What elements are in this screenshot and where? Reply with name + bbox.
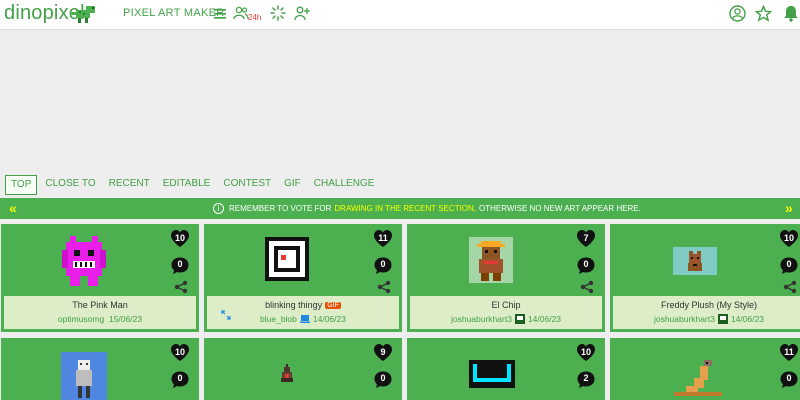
art-card[interactable]: 11 0 <box>610 338 800 400</box>
star-icon[interactable] <box>755 5 772 22</box>
banner-highlight-link[interactable]: DRAWING IN THE RECENT SECTION, <box>334 204 476 213</box>
tab-editable[interactable]: EDITABLE <box>158 175 216 195</box>
like-count: 10 <box>174 233 185 243</box>
art-card[interactable]: 7 0 El Chip joshuaburkhart3 14/06/23 <box>407 224 605 332</box>
comment-count: 0 <box>380 259 386 269</box>
comment-count: 0 <box>583 259 589 269</box>
tab-challenge[interactable]: CHALLENGE <box>309 175 380 195</box>
art-title[interactable]: El Chip <box>410 300 602 310</box>
like-count: 10 <box>580 347 591 357</box>
artwork-thumbnail[interactable] <box>668 356 724 400</box>
art-card[interactable]: 9 0 <box>204 338 402 400</box>
device-icon <box>299 315 310 323</box>
card-caption: Freddy Plush (My Style) joshuaburkhart3 1… <box>613 296 800 329</box>
tab-close-to[interactable]: CLOSE TO <box>40 175 100 195</box>
art-card[interactable]: 10 2 <box>407 338 605 400</box>
share-icon[interactable] <box>580 280 594 294</box>
menu-icon[interactable] <box>213 7 227 21</box>
artwork-thumbnail[interactable] <box>265 237 309 281</box>
comment-count: 0 <box>786 373 792 383</box>
art-meta: joshuaburkhart3 14/06/23 <box>410 314 602 324</box>
banner-text-before: REMEMBER TO VOTE FOR <box>229 204 332 213</box>
filter-tabs: TOP CLOSE TO RECENT EDITABLE CONTEST GIF… <box>5 175 382 195</box>
art-title[interactable]: blinking thingy GIF <box>207 300 399 310</box>
vote-reminder-banner: « i REMEMBER TO VOTE FOR DRAWING IN THE … <box>0 198 800 219</box>
comment-count: 0 <box>786 259 792 269</box>
like-count: 11 <box>378 233 388 243</box>
account-icon[interactable] <box>729 5 746 22</box>
like-count: 11 <box>784 347 794 357</box>
art-title[interactable]: Freddy Plush (My Style) <box>613 300 800 310</box>
art-date: 14/06/23 <box>527 314 562 324</box>
scroll-left-icon[interactable]: « <box>9 200 17 216</box>
art-title[interactable]: The Pink Man <box>4 300 196 310</box>
art-card[interactable]: 10 0 <box>1 338 199 400</box>
artwork-thumbnail[interactable] <box>280 364 294 384</box>
artwork-thumbnail[interactable] <box>469 237 513 283</box>
author-link[interactable]: joshuaburkhart3 <box>654 314 715 324</box>
comment-count: 0 <box>177 259 183 269</box>
art-card[interactable]: 11 0 blinking thingy GIF blue_blob 14/06/2… <box>204 224 402 332</box>
bell-icon[interactable] <box>783 5 799 22</box>
artwork-thumbnail[interactable] <box>469 360 515 388</box>
loading-icon <box>270 5 286 21</box>
art-card[interactable]: 10 0 Freddy Plush (My Style) joshuaburkh… <box>610 224 800 332</box>
art-date: 14/06/23 <box>312 314 346 324</box>
user-level-icon <box>717 314 728 324</box>
tab-top[interactable]: TOP <box>5 175 38 195</box>
gif-badge: GIF <box>325 302 341 309</box>
share-icon[interactable] <box>783 280 797 294</box>
comment-count: 0 <box>177 373 183 383</box>
online-badge: 24h <box>248 13 262 22</box>
like-count: 10 <box>783 233 794 243</box>
artwork-thumbnail[interactable] <box>673 247 717 275</box>
ad-placeholder <box>0 30 800 173</box>
art-meta: joshuaburkhart3 14/06/23 <box>613 314 800 324</box>
top-header: dinopixel PIXEL ART MAKER 24h <box>0 0 800 30</box>
dino-logo-icon[interactable] <box>72 4 98 24</box>
tab-contest[interactable]: CONTEST <box>218 175 276 195</box>
like-count: 10 <box>174 347 185 357</box>
author-link[interactable]: blue_blob <box>260 314 297 324</box>
card-caption: blinking thingy GIF blue_blob 14/06/23 <box>207 296 399 329</box>
share-icon[interactable] <box>174 280 188 294</box>
art-meta: optimusomg 15/06/23 <box>4 314 196 324</box>
comment-count: 2 <box>583 373 589 383</box>
like-count: 7 <box>583 233 589 243</box>
tab-gif[interactable]: GIF <box>279 175 306 195</box>
author-link[interactable]: optimusomg <box>58 314 104 324</box>
artwork-thumbnail[interactable] <box>62 236 106 286</box>
banner-text-after: OTHERWISE NO NEW ART APPEAR HERE. <box>479 204 641 213</box>
art-date: 15/06/23 <box>108 314 143 324</box>
author-link[interactable]: joshuaburkhart3 <box>451 314 512 324</box>
add-user-icon[interactable] <box>294 5 310 21</box>
art-card[interactable]: 10 0 The Pink Man optimusomg 15/06/23 <box>1 224 199 332</box>
info-icon: i <box>213 203 224 214</box>
tab-recent[interactable]: RECENT <box>104 175 155 195</box>
like-count: 9 <box>380 347 386 357</box>
share-icon[interactable] <box>377 280 391 294</box>
banner-message: i REMEMBER TO VOTE FOR DRAWING IN THE RE… <box>213 203 641 214</box>
comment-count: 0 <box>380 373 386 383</box>
artwork-thumbnail[interactable] <box>61 352 107 400</box>
app-name-link[interactable]: PIXEL ART MAKER <box>123 7 225 19</box>
user-level-icon <box>514 314 525 324</box>
users-online-icon[interactable] <box>233 6 249 20</box>
scroll-right-icon[interactable]: » <box>785 200 793 216</box>
card-caption: The Pink Man optimusomg 15/06/23 <box>4 296 196 329</box>
art-meta: blue_blob 14/06/23 <box>207 314 399 324</box>
art-date: 14/06/23 <box>730 314 765 324</box>
card-caption: El Chip joshuaburkhart3 14/06/23 <box>410 296 602 329</box>
